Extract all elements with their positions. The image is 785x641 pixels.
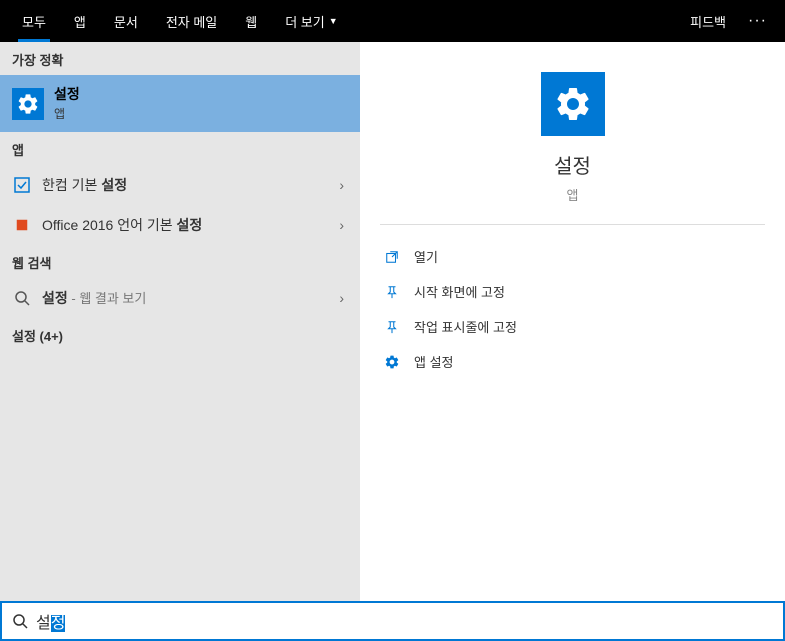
result-subtitle: 앱 bbox=[54, 105, 348, 122]
tab-email[interactable]: 전자 메일 bbox=[152, 0, 231, 42]
nav-right: 피드백 ··· bbox=[678, 0, 777, 42]
preview-hero: 설정 앱 bbox=[380, 42, 765, 225]
pin-icon bbox=[380, 320, 404, 334]
chevron-right-icon: › bbox=[335, 290, 348, 306]
tab-apps[interactable]: 앱 bbox=[60, 0, 100, 42]
search-box[interactable]: 설정 bbox=[0, 601, 785, 641]
section-best-match: 가장 정확 bbox=[0, 42, 360, 75]
chevron-right-icon: › bbox=[335, 217, 348, 233]
office-icon bbox=[12, 215, 32, 235]
tab-documents[interactable]: 문서 bbox=[100, 0, 152, 42]
action-pin-taskbar[interactable]: 작업 표시줄에 고정 bbox=[380, 309, 765, 344]
result-app-office[interactable]: Office 2016 언어 기본 설정 › bbox=[0, 205, 360, 245]
feedback-button[interactable]: 피드백 bbox=[678, 12, 738, 31]
top-nav: 모두 앱 문서 전자 메일 웹 더 보기 ▼ 피드백 ··· bbox=[0, 0, 785, 42]
more-button[interactable]: ··· bbox=[738, 12, 777, 30]
section-apps: 앱 bbox=[0, 132, 360, 165]
section-web-search: 웹 검색 bbox=[0, 245, 360, 278]
chevron-right-icon: › bbox=[335, 177, 348, 193]
action-open[interactable]: 열기 bbox=[380, 239, 765, 274]
preview-actions: 열기 시작 화면에 고정 작업 표시줄에 고정 앱 설정 bbox=[360, 225, 785, 393]
content: 가장 정확 설정 앱 앱 한컴 기본 설정 › bbox=[0, 42, 785, 601]
search-icon bbox=[12, 613, 28, 629]
pin-icon bbox=[380, 285, 404, 299]
tab-all[interactable]: 모두 bbox=[8, 0, 60, 42]
open-icon bbox=[380, 250, 404, 264]
search-input[interactable]: 설정 bbox=[36, 609, 65, 633]
chevron-down-icon: ▼ bbox=[329, 16, 338, 26]
gear-icon bbox=[541, 72, 605, 136]
tab-web[interactable]: 웹 bbox=[231, 0, 271, 42]
section-settings-more[interactable]: 설정 (4+) bbox=[0, 318, 360, 351]
gear-icon bbox=[380, 354, 404, 370]
action-pin-start[interactable]: 시작 화면에 고정 bbox=[380, 274, 765, 309]
nav-tabs: 모두 앱 문서 전자 메일 웹 더 보기 ▼ bbox=[8, 0, 352, 42]
preview-title: 설정 bbox=[380, 150, 765, 179]
result-app-hancom[interactable]: 한컴 기본 설정 › bbox=[0, 165, 360, 205]
gear-icon bbox=[12, 88, 44, 120]
tab-more[interactable]: 더 보기 ▼ bbox=[271, 0, 351, 42]
action-app-settings[interactable]: 앱 설정 bbox=[380, 344, 765, 379]
result-best-match[interactable]: 설정 앱 bbox=[0, 75, 360, 132]
checkbox-icon bbox=[12, 175, 32, 195]
result-title: 설정 bbox=[54, 85, 348, 103]
preview-panel: 설정 앱 열기 시작 화면에 고정 작업 표시줄에 고정 bbox=[360, 42, 785, 601]
search-icon bbox=[12, 288, 32, 308]
preview-subtitle: 앱 bbox=[380, 185, 765, 204]
result-web-search[interactable]: 설정 - 웹 결과 보기 › bbox=[0, 278, 360, 318]
results-panel: 가장 정확 설정 앱 앱 한컴 기본 설정 › bbox=[0, 42, 360, 601]
